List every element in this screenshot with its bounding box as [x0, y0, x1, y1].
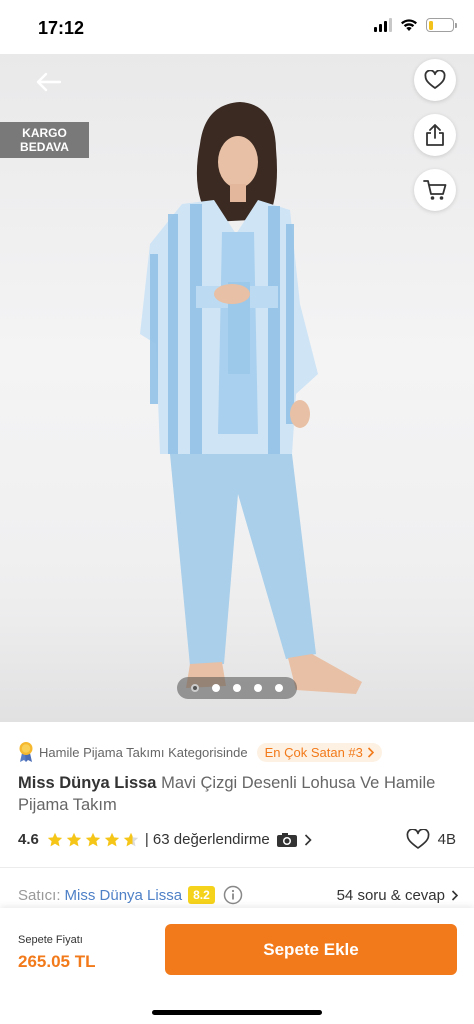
info-icon[interactable]	[223, 885, 243, 905]
star-icon	[104, 832, 120, 846]
product-title: Miss Dünya Lissa Mavi Çizgi Desenli Lohu…	[18, 772, 438, 816]
pagination-dot[interactable]	[254, 684, 262, 692]
battery-fill	[428, 20, 434, 30]
best-seller-badge[interactable]: En Çok Satan #3	[256, 742, 382, 762]
rating-value: 4.6	[18, 831, 39, 848]
home-indicator	[152, 1010, 322, 1015]
wifi-icon	[401, 19, 417, 31]
seller-row: Satıcı: Miss Dünya Lissa 8.2 54 soru & c…	[18, 885, 458, 905]
medal-icon	[19, 742, 33, 762]
battery-icon	[426, 18, 457, 32]
star-icon	[85, 832, 101, 846]
favorite-button[interactable]	[414, 59, 456, 101]
favorites-count[interactable]: 4B	[406, 829, 456, 850]
category-row[interactable]: Hamile Pijama Takımı Kategorisinde En Ço…	[18, 741, 382, 763]
chevron-right-icon	[367, 746, 374, 758]
divider	[0, 867, 474, 868]
status-icons	[374, 18, 457, 32]
reviews-link[interactable]: | 63 değerlendirme	[145, 831, 270, 848]
cart-icon	[423, 180, 447, 200]
star-icon	[66, 832, 82, 846]
pagination-dot[interactable]	[212, 684, 220, 692]
price-value: 265.05 TL	[18, 952, 96, 971]
heart-icon	[424, 70, 446, 89]
star-icon	[123, 832, 139, 846]
cart-button[interactable]	[414, 169, 456, 211]
free-shipping-badge: KARGO BEDAVA	[0, 122, 89, 158]
add-to-cart-button[interactable]: Sepete Ekle	[165, 924, 457, 975]
category-text: Hamile Pijama Takımı Kategorisinde	[39, 744, 248, 760]
free-shipping-line1: KARGO	[22, 126, 67, 140]
product-image[interactable]: KARGO BEDAVA	[0, 54, 474, 722]
signal-icon	[374, 18, 392, 32]
reviews-count: | 63 değerlendirme	[144, 831, 270, 848]
status-bar: 17:12	[0, 0, 474, 54]
chevron-right-icon	[451, 889, 458, 901]
seller-name-link[interactable]: Miss Dünya Lissa	[65, 887, 183, 904]
chevron-right-icon[interactable]	[304, 833, 312, 846]
star-icon	[47, 832, 63, 846]
pagination-dot[interactable]	[233, 684, 241, 692]
questions-label: 54 soru & cevap	[336, 886, 445, 904]
rating-row: 4.6 | 63 değerlendirme 4B	[18, 829, 456, 850]
share-icon	[426, 124, 444, 146]
pagination-dot[interactable]	[191, 684, 199, 692]
favorites-label: 4B	[437, 831, 456, 848]
status-time: 17:12	[38, 18, 85, 38]
heart-outline-icon	[406, 829, 430, 849]
price-label: Sepete Fiyatı	[18, 934, 83, 946]
image-pagination[interactable]	[177, 677, 297, 699]
arrow-left-icon	[36, 72, 61, 92]
back-button[interactable]	[30, 66, 66, 98]
camera-icon	[276, 832, 297, 847]
share-button[interactable]	[414, 114, 456, 156]
best-seller-label: En Çok Satan #3	[264, 744, 363, 760]
questions-link[interactable]: 54 soru & cevap	[337, 887, 458, 904]
free-shipping-line2: BEDAVA	[20, 140, 69, 154]
seller-label: Satıcı:	[18, 886, 61, 904]
pagination-dot[interactable]	[275, 684, 283, 692]
seller-score-badge: 8.2	[188, 886, 215, 904]
rating-stars	[47, 832, 139, 848]
product-brand: Miss Dünya Lissa	[18, 774, 157, 792]
bottom-cart-bar: Sepete Fiyatı 265.05 TL Sepete Ekle	[0, 908, 474, 1024]
